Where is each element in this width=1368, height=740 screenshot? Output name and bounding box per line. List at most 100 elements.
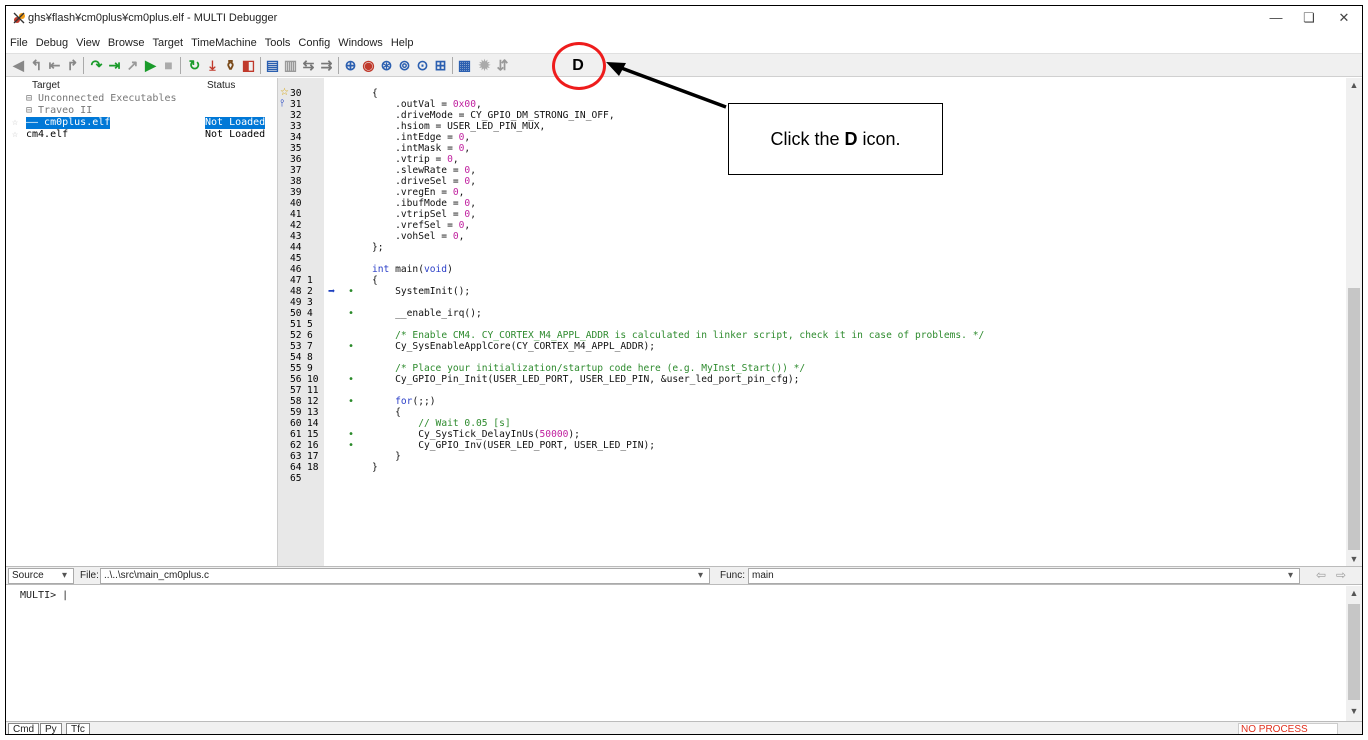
code-line[interactable]: 30 { [278,88,1346,99]
register-view-icon[interactable]: ⊚ [396,57,413,74]
return-back-icon[interactable]: ⇤ [46,57,63,74]
target-column-header[interactable]: Target [32,80,60,91]
scroll-down-icon[interactable]: ▼ [1346,704,1362,718]
bookmark-star-icon[interactable]: ☆ [280,87,289,98]
back-icon[interactable]: ◀ [10,57,27,74]
trace-icon[interactable]: ✹ [476,57,493,74]
restart-icon[interactable]: ↻ [186,57,203,74]
breakpoint-slot-icon[interactable]: • [348,429,354,440]
target-row[interactable]: ☆ cm4.elf Not Loaded [6,129,278,141]
up-back-icon[interactable]: ↱ [64,57,81,74]
code-line[interactable]: 55 9 /* Place your initialization/startup… [278,363,1346,374]
function-select[interactable]: main [748,568,1300,584]
code-line[interactable]: 43 .vohSel = 0, [278,231,1346,242]
step-over-icon[interactable]: ↷ [88,57,105,74]
code-line[interactable]: 52 6 /* Enable CM4. CY_CORTEX_M4_APPL_ADD… [278,330,1346,341]
menu-view[interactable]: View [72,34,104,52]
code-line[interactable]: 49 3 [278,297,1346,308]
scroll-up-icon[interactable]: ▲ [1346,586,1362,600]
target-row[interactable]: ⊟ Traveo II [6,105,278,117]
code-line[interactable]: 45 [278,253,1346,264]
interleave-icon[interactable]: ⇆ [300,57,317,74]
flash-icon[interactable]: ⚱ [222,57,239,74]
download-icon[interactable]: ⤓ [204,57,221,74]
scroll-thumb[interactable] [1348,604,1360,700]
code-line[interactable]: 60 14 // Wait 0.05 [s] [278,418,1346,429]
call-stack-icon[interactable]: ⊞ [432,57,449,74]
step-into-icon[interactable]: ⇥ [106,57,123,74]
menu-help[interactable]: Help [387,34,418,52]
source-icon[interactable]: ▤ [264,57,281,74]
code-line[interactable]: 61 15 • Cy_SysTick_DelayInUs(50000); [278,429,1346,440]
mixed-icon[interactable]: ⇉ [318,57,335,74]
favorite-star-icon[interactable]: ☆ [12,117,18,129]
close-button[interactable]: ✕ [1324,10,1362,28]
run-icon[interactable]: ▶ [142,57,159,74]
target-list-icon[interactable]: ⇵ [494,57,511,74]
command-pane[interactable]: MULTI> | [6,586,1346,721]
halt-icon[interactable]: ■ [160,57,177,74]
menu-browse[interactable]: Browse [104,34,149,52]
stop-view-icon[interactable]: ◉ [360,57,377,74]
code-line[interactable]: 39 .vregEn = 0, [278,187,1346,198]
code-line[interactable]: 59 13 { [278,407,1346,418]
breakpoint-slot-icon[interactable]: • [348,374,354,385]
code-line[interactable]: 58 12 • for(;;) [278,396,1346,407]
code-line[interactable]: 63 17 } [278,451,1346,462]
source-scrollbar[interactable]: ▲ ▼ [1346,78,1362,566]
code-line[interactable]: 56 10 • Cy_GPIO_Pin_Init(USER_LED_PORT, US… [278,374,1346,385]
code-line[interactable]: 40 .ibufMode = 0, [278,198,1346,209]
tab-cmd[interactable]: Cmd [8,723,40,734]
breakpoint-slot-icon[interactable]: • [348,341,354,352]
menu-debug[interactable]: Debug [32,34,72,52]
code-line[interactable]: 62 16 • Cy_GPIO_Inv(USER_LED_PORT, USER_LE… [278,440,1346,451]
code-line[interactable]: 48 2 ➡ • SystemInit(); [278,285,1346,297]
target-row-selected[interactable]: ☆ —— cm0plus.elf Not Loaded [6,117,278,129]
tab-tfc[interactable]: Tfc [66,723,90,734]
restore-button[interactable]: ❏ [1289,10,1329,28]
chevron-down-icon[interactable]: ▾ [698,570,703,581]
status-column-header[interactable]: Status [207,80,235,91]
command-scrollbar[interactable]: ▲ ▼ [1346,586,1362,721]
tab-py[interactable]: Py [40,723,62,734]
code-line[interactable]: 54 8 [278,352,1346,363]
menu-file[interactable]: File [6,34,32,52]
breakpoint-slot-icon[interactable]: • [348,308,354,319]
menu-windows[interactable]: Windows [334,34,387,52]
scroll-down-icon[interactable]: ▼ [1346,552,1362,566]
code-line[interactable]: 47 1 { [278,275,1346,286]
file-select[interactable]: ..\..\src\main_cm0plus.c [100,568,710,584]
breakpoint-slot-icon[interactable]: • [348,396,354,407]
local-view-icon[interactable]: ⊙ [414,57,431,74]
breakpoint-slot-icon[interactable]: • [348,286,354,297]
detach-icon[interactable]: ◧ [240,57,257,74]
chevron-down-icon[interactable]: ▾ [62,570,67,581]
code-line[interactable]: 51 5 [278,319,1346,330]
breakpoint-slot-icon[interactable]: • [348,440,354,451]
scroll-thumb[interactable] [1348,288,1360,550]
code-line[interactable]: 53 7 • Cy_SysEnableApplCore(CY_CORTEX_M4_A… [278,341,1346,352]
menu-timemachine[interactable]: TimeMachine [187,34,261,52]
code-line[interactable]: 44}; [278,242,1346,253]
target-row[interactable]: ⊟ Unconnected Executables [6,93,278,105]
scroll-up-icon[interactable]: ▲ [1346,78,1362,92]
marker-icon[interactable]: ⫯ [280,98,284,109]
tasks-icon[interactable]: ▦ [456,57,473,74]
favorite-star-icon[interactable]: ☆ [12,129,18,141]
code-line[interactable]: 46 int main(void) [278,264,1346,275]
code-line[interactable]: 38 .driveSel = 0, [278,176,1346,187]
menu-target[interactable]: Target [149,34,188,52]
assembly-icon[interactable]: ▥ [282,57,299,74]
step-out-icon[interactable]: ↗ [124,57,141,74]
code-line[interactable]: 65 [278,473,1346,484]
step-back-icon[interactable]: ↰ [28,57,45,74]
nav-forward-icon[interactable]: ⇨ [1336,568,1346,582]
code-line[interactable]: 50 4 • __enable_irq(); [278,308,1346,319]
code-line[interactable]: 42 .vrefSel = 0, [278,220,1346,231]
breakpoint-view-icon[interactable]: ⊕ [342,57,359,74]
memory-view-icon[interactable]: ⊛ [378,57,395,74]
menu-config[interactable]: Config [294,34,334,52]
command-prompt[interactable]: MULTI> | [20,590,68,601]
chevron-down-icon[interactable]: ▾ [1288,570,1293,581]
code-line[interactable]: 57 11 [278,385,1346,396]
